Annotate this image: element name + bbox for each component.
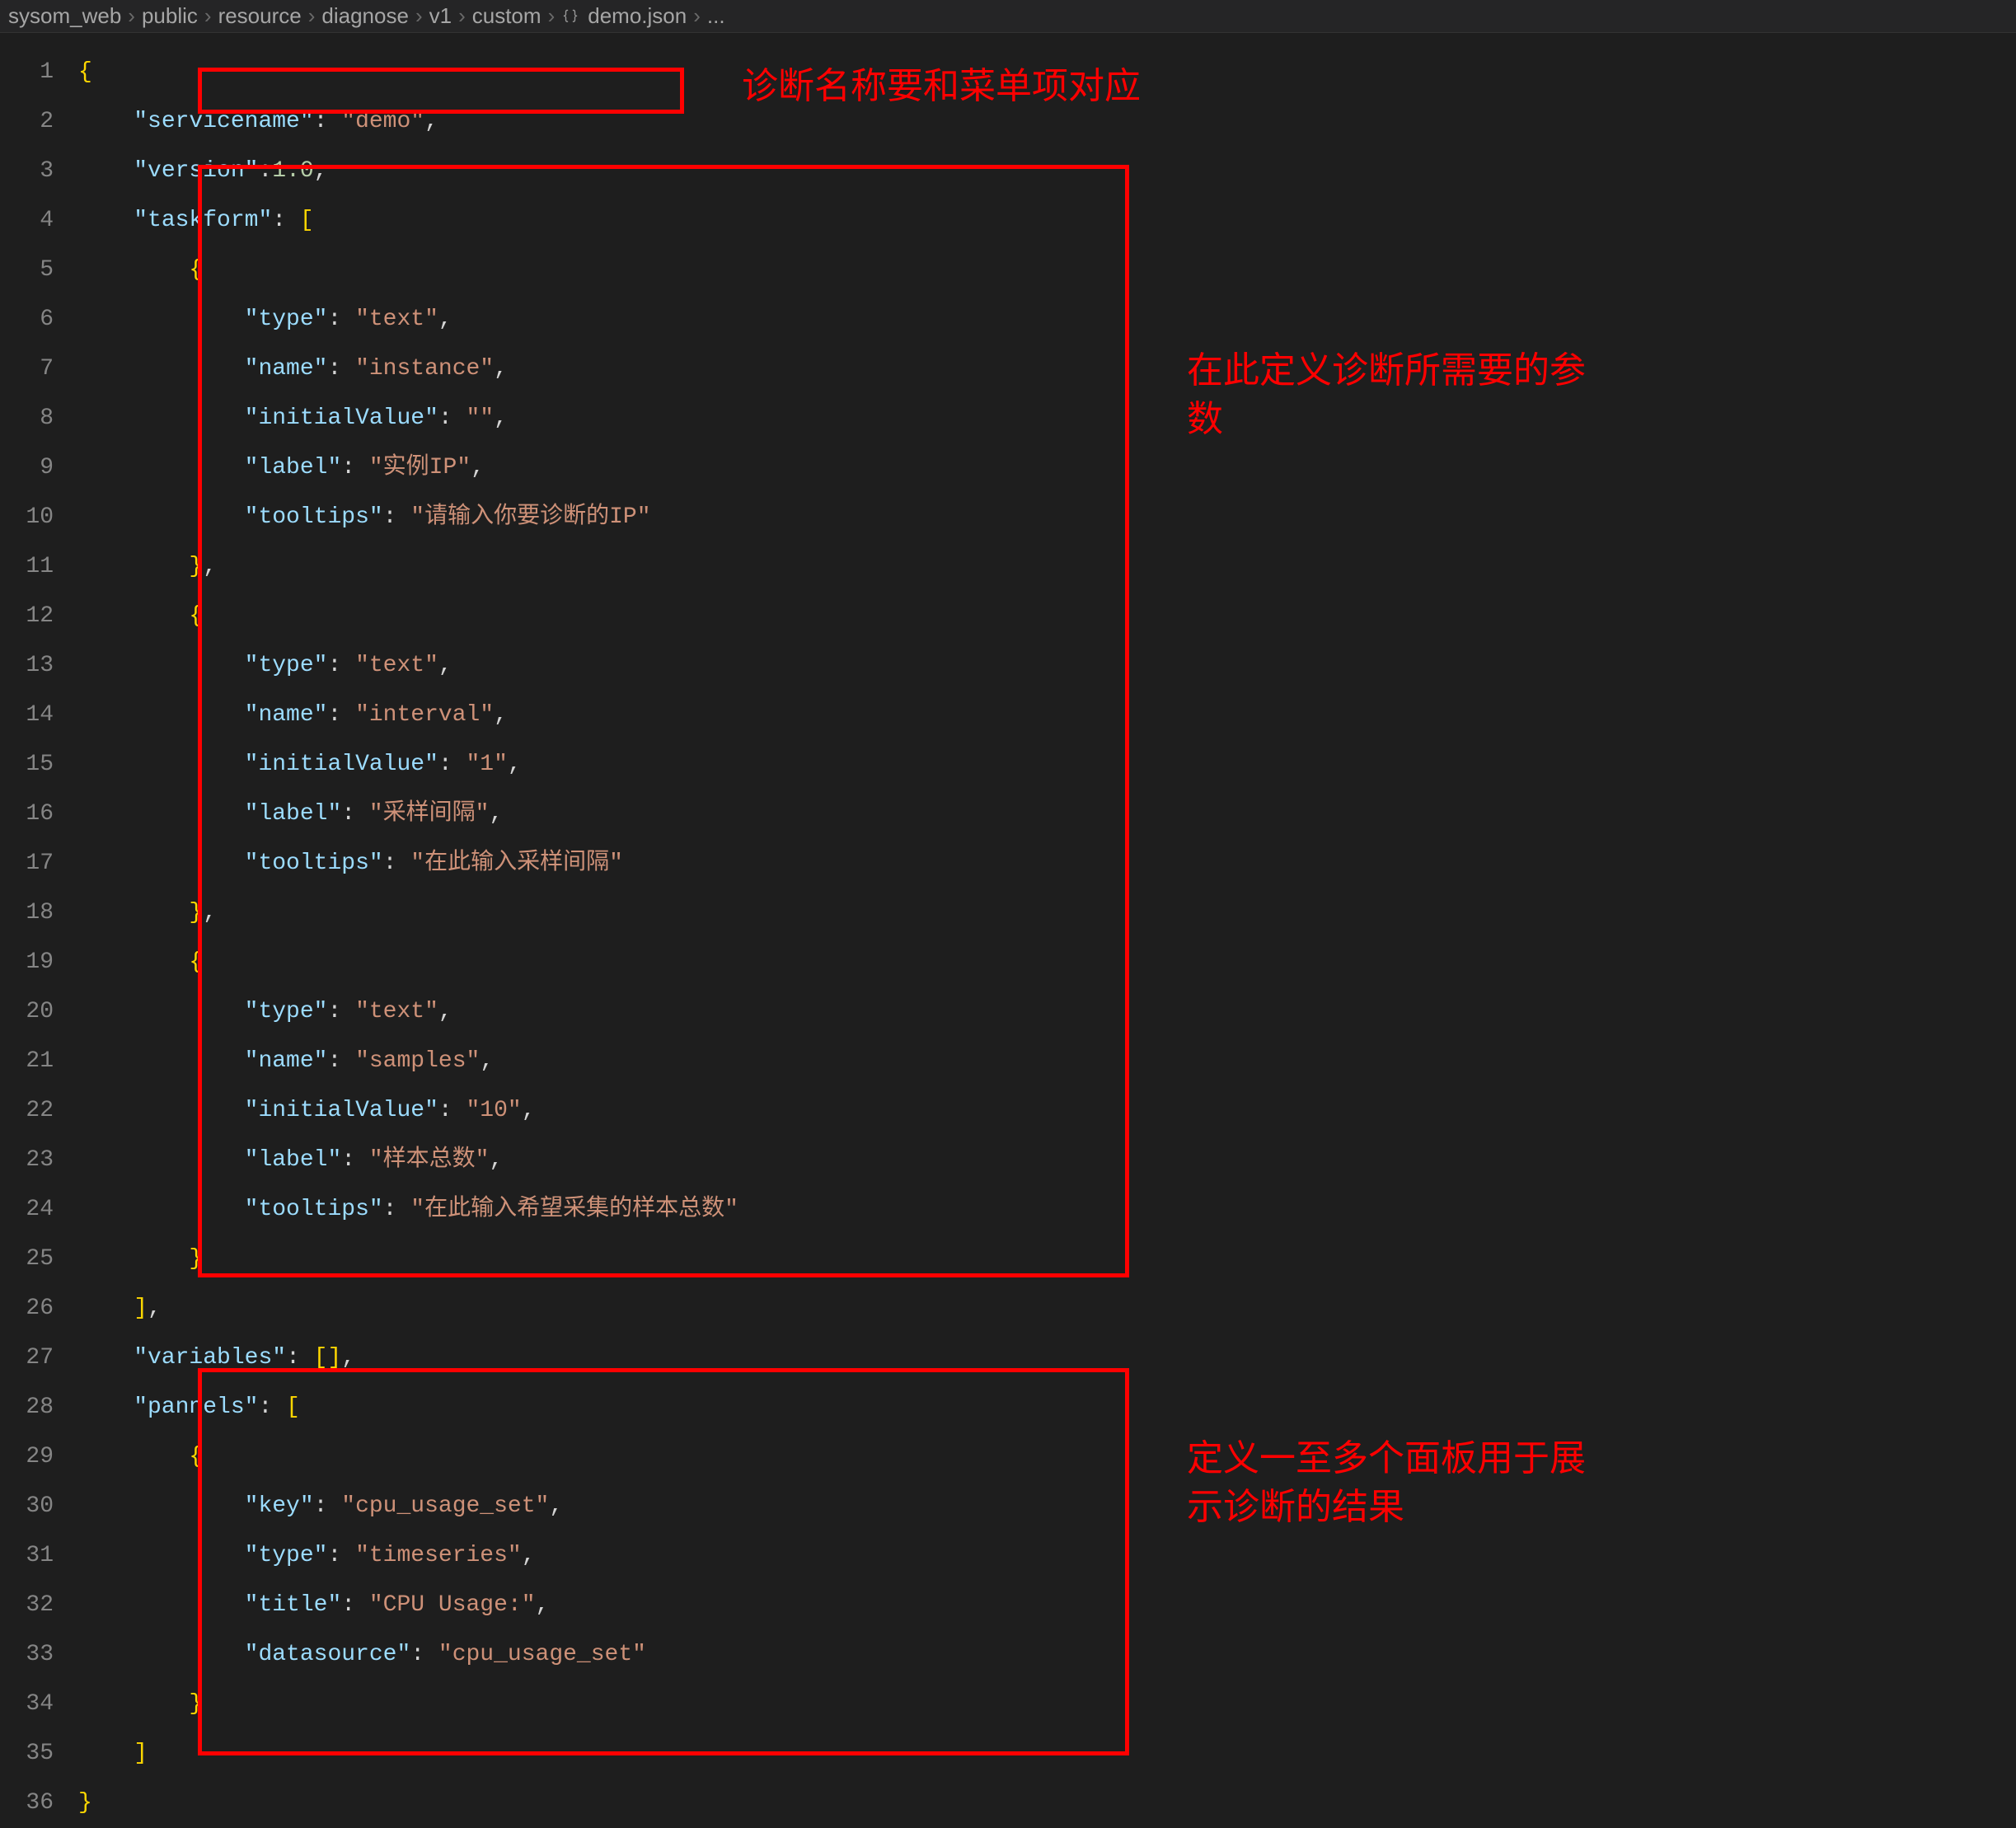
breadcrumb-seg[interactable]: ...	[707, 3, 725, 29]
breadcrumb-seg[interactable]: resource	[218, 3, 302, 29]
breadcrumb-seg[interactable]: public	[142, 3, 198, 29]
breadcrumb-bar: sysom_web › public › resource › diagnose…	[0, 0, 2016, 33]
code-editor[interactable]: 1234567891011121314151617181920212223242…	[0, 33, 2016, 1787]
chevron-right-icon: ›	[693, 3, 701, 29]
chevron-right-icon: ›	[204, 3, 212, 29]
breadcrumb-seg[interactable]: v1	[429, 3, 452, 29]
chevron-right-icon: ›	[415, 3, 423, 29]
json-file-icon	[561, 7, 579, 26]
breadcrumb-seg[interactable]: diagnose	[321, 3, 409, 29]
line-number-gutter: 1234567891011121314151617181920212223242…	[0, 33, 78, 1787]
breadcrumb-seg[interactable]: custom	[472, 3, 542, 29]
chevron-right-icon: ›	[308, 3, 316, 29]
chevron-right-icon: ›	[458, 3, 466, 29]
chevron-right-icon: ›	[128, 3, 135, 29]
code-content[interactable]: { "servicename": "demo", "version":1.0, …	[78, 33, 2016, 1787]
breadcrumb-seg[interactable]: sysom_web	[8, 3, 121, 29]
chevron-right-icon: ›	[548, 3, 556, 29]
breadcrumb-seg[interactable]: demo.json	[588, 3, 687, 29]
